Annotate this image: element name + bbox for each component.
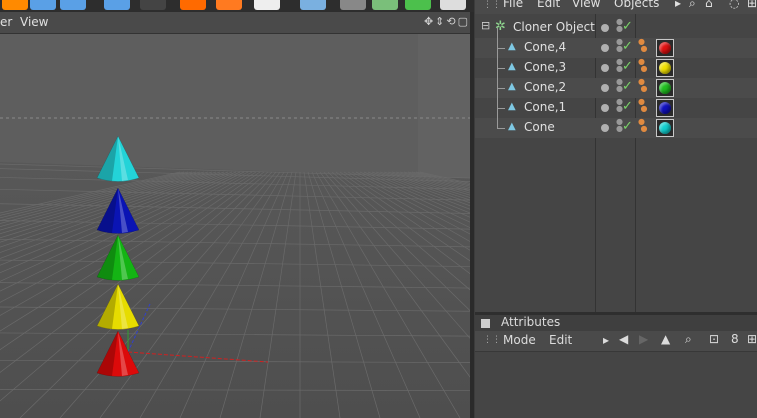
material-tag[interactable]	[656, 79, 674, 97]
enabled-check-icon[interactable]: ✓	[622, 19, 633, 34]
toolbar-button[interactable]	[216, 0, 242, 10]
object-name[interactable]: Cone	[524, 120, 555, 134]
texture-tag-icon[interactable]: ● ●	[638, 78, 648, 93]
collapse-icon[interactable]: ⊟	[481, 19, 490, 32]
up-icon[interactable]: ▲	[661, 332, 670, 346]
object-name[interactable]: Cone,2	[524, 80, 566, 94]
material-tag[interactable]	[656, 59, 674, 77]
menu-edit[interactable]: Edit	[537, 0, 560, 10]
toolbar-button[interactable]	[372, 0, 398, 10]
link-icon[interactable]: 8	[731, 332, 739, 346]
main-toolbar	[0, 0, 474, 12]
arrow-right-icon[interactable]: ▸	[675, 0, 681, 10]
toolbar-button[interactable]	[104, 0, 130, 10]
toolbar-button[interactable]	[30, 0, 56, 10]
menu-file[interactable]: File	[503, 0, 523, 10]
visibility-dot[interactable]	[601, 64, 609, 72]
toolbar-button[interactable]	[340, 0, 366, 10]
texture-tag-icon[interactable]: ● ●	[638, 58, 648, 73]
toolbar-button[interactable]	[140, 0, 166, 10]
object-manager-menu: ⋮⋮ File Edit View Objects ▸ ⌕ ⌂ ◌ ⊞	[475, 0, 757, 14]
toolbar-button[interactable]	[300, 0, 326, 10]
eye-icon[interactable]: ◌	[729, 0, 739, 10]
3d-viewport[interactable]	[0, 34, 470, 418]
search-icon[interactable]: ⌕	[685, 332, 692, 347]
object-row-cloner[interactable]: ⊟ ✲ Cloner Object ● ● ✓	[475, 18, 757, 38]
toolbar-button[interactable]	[440, 0, 466, 10]
attributes-title: Attributes	[501, 315, 561, 329]
object-name[interactable]: Cone,3	[524, 60, 566, 74]
visibility-dot[interactable]	[601, 84, 609, 92]
toolbar-button[interactable]	[2, 0, 28, 10]
object-row-cone[interactable]: ▲ Cone ● ● ✓ ● ●	[475, 108, 757, 138]
panel-icon	[481, 319, 490, 328]
enabled-check-icon[interactable]: ✓	[622, 99, 633, 114]
material-tag[interactable]	[656, 119, 674, 137]
menu-edit[interactable]: Edit	[549, 333, 572, 347]
texture-tag-icon[interactable]: ● ●	[638, 118, 648, 133]
visibility-dot[interactable]	[601, 24, 609, 32]
viewport-scene	[0, 34, 470, 418]
forward-icon[interactable]: ▶	[639, 332, 648, 346]
back-icon[interactable]: ◀	[619, 332, 628, 346]
visibility-dot[interactable]	[601, 44, 609, 52]
attributes-body	[475, 352, 757, 418]
viewport-menu-bar: er View ✥⇕⟲▢	[0, 12, 474, 34]
object-row-cone[interactable]: ▲ Cone,1 ● ● ✓ ● ●	[475, 88, 757, 118]
material-tag[interactable]	[656, 39, 674, 57]
cone-icon: ▲	[508, 121, 516, 132]
viewport-nav-icons[interactable]: ✥⇕⟲▢	[424, 15, 470, 28]
enabled-check-icon[interactable]: ✓	[622, 119, 633, 134]
cone-icon: ▲	[508, 41, 516, 52]
toolbar-button[interactable]	[60, 0, 86, 10]
visibility-dot[interactable]	[601, 104, 609, 112]
texture-tag-icon[interactable]: ● ●	[638, 98, 648, 113]
material-tag[interactable]	[656, 99, 674, 117]
object-name[interactable]: Cone,1	[524, 100, 566, 114]
viewport-menu-view[interactable]: View	[20, 15, 48, 29]
cone-icon: ▲	[508, 101, 516, 112]
menu-mode[interactable]: Mode	[503, 333, 536, 347]
cone-icon: ▲	[508, 61, 516, 72]
object-row-cone[interactable]: ▲ Cone,3 ● ● ✓ ● ●	[475, 48, 757, 78]
grip-icon: ⋮⋮	[483, 0, 501, 10]
enabled-check-icon[interactable]: ✓	[622, 59, 633, 74]
home-icon[interactable]: ⌂	[705, 0, 713, 10]
object-row-cone[interactable]: ▲ Cone,2 ● ● ✓ ● ●	[475, 68, 757, 98]
toolbar-button[interactable]	[405, 0, 431, 10]
attributes-menu: ⋮⋮ Mode Edit ▸ ◀ ▶ ▲ ⌕ ⊡ 8 ⊞	[475, 331, 757, 352]
add-icon[interactable]: ⊞	[747, 0, 757, 10]
visibility-dot[interactable]	[601, 124, 609, 132]
search-icon[interactable]: ⌕	[689, 0, 696, 11]
arrow-right-icon[interactable]: ▸	[603, 333, 609, 347]
object-row-cone[interactable]: ▲ Cone,4 ● ● ✓ ● ●	[475, 28, 757, 58]
texture-tag-icon[interactable]: ● ●	[638, 38, 648, 53]
lock-icon[interactable]: ⊡	[709, 332, 719, 346]
grip-icon: ⋮⋮	[483, 335, 501, 345]
viewport-divider	[470, 12, 474, 418]
enabled-check-icon[interactable]: ✓	[622, 39, 633, 54]
object-name[interactable]: Cone,4	[524, 40, 566, 54]
enabled-check-icon[interactable]: ✓	[622, 79, 633, 94]
menu-objects[interactable]: Objects	[614, 0, 659, 10]
menu-view[interactable]: View	[572, 0, 600, 10]
add-icon[interactable]: ⊞	[747, 332, 757, 346]
viewport-menu-item[interactable]: er	[0, 15, 12, 29]
attributes-header: Attributes	[475, 315, 757, 331]
object-list: ⊟ ✲ Cloner Object ● ● ✓ ▲ Cone,4 ● ● ✓ ● ● ▲ Cone,3 ● ●…	[475, 14, 757, 312]
cone-icon: ▲	[508, 81, 516, 92]
toolbar-button[interactable]	[180, 0, 206, 10]
object-name[interactable]: Cloner Object	[513, 20, 595, 34]
toolbar-button[interactable]	[254, 0, 280, 10]
